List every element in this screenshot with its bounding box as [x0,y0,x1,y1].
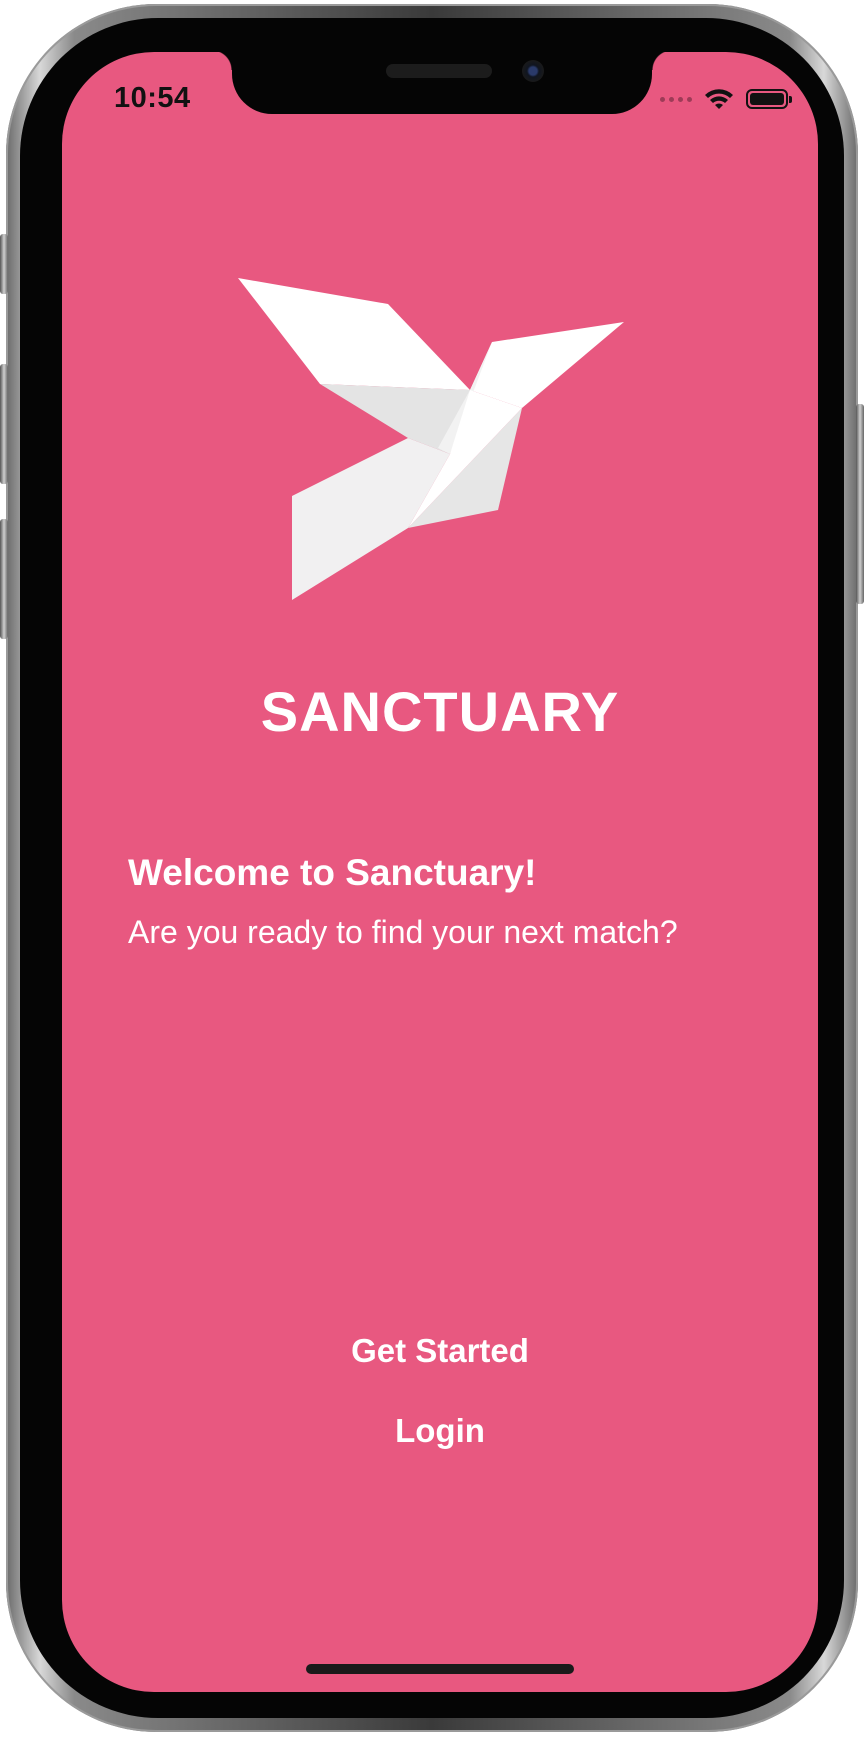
notch [212,52,672,114]
phone-frame: 10:54 SANCTUARY Welcome to Sanctuary! Ar… [0,4,864,1732]
front-camera [522,60,544,82]
volume-down-button [0,519,8,639]
status-icons [660,86,792,112]
login-button[interactable]: Login [62,1412,818,1450]
speaker-grille [386,64,492,78]
get-started-button[interactable]: Get Started [62,1332,818,1370]
battery-icon [746,89,792,109]
brand-title: SANCTUARY [260,680,620,743]
status-time: 10:54 [114,82,191,114]
mute-switch [0,234,8,294]
origami-bird-logo [238,278,624,600]
signal-dots-icon [660,96,692,102]
home-indicator[interactable] [306,1664,574,1674]
wifi-icon [705,89,733,109]
welcome-subtitle: Are you ready to find your next match? [128,914,678,950]
app-screen: 10:54 SANCTUARY Welcome to Sanctuary! Ar… [62,52,818,1692]
welcome-title: Welcome to Sanctuary! [128,852,537,893]
volume-up-button [0,364,8,484]
power-button [856,404,864,604]
